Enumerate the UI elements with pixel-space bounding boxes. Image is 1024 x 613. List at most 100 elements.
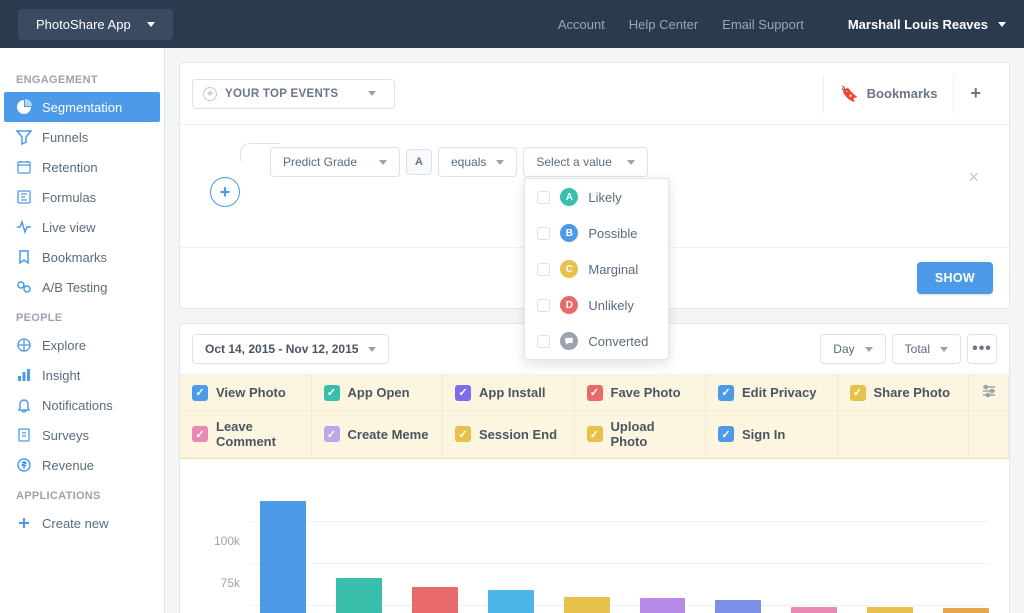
grade-badge — [560, 332, 578, 350]
value-option-label: Converted — [588, 334, 648, 349]
sidebar-item-live-view[interactable]: Live view — [0, 212, 164, 242]
series-toggle-checkbox — [455, 426, 471, 442]
bar-upload-photo[interactable] — [943, 608, 989, 613]
top-events-label: YOUR TOP EVENTS — [225, 88, 338, 100]
legend-label: Share Photo — [874, 385, 951, 400]
legend-item-create-meme[interactable]: Create Meme — [312, 411, 444, 457]
chevron-down-icon — [865, 347, 873, 352]
value-option-converted[interactable]: Converted — [525, 323, 668, 359]
series-toggle-checkbox — [324, 385, 340, 401]
granularity-label: Day — [833, 342, 854, 356]
value-option-unlikely[interactable]: DUnlikely — [525, 287, 668, 323]
sidebar-item-label: Create new — [42, 516, 108, 531]
star-icon: ★ — [203, 87, 217, 101]
sidebar-item-a-b-testing[interactable]: A/B Testing — [0, 272, 164, 302]
sidebar-item-formulas[interactable]: Formulas — [0, 182, 164, 212]
bell-icon — [16, 397, 32, 413]
more-options-button[interactable]: ••• — [967, 334, 997, 364]
app-selector[interactable]: PhotoShare App — [18, 9, 173, 40]
value-option-possible[interactable]: BPossible — [525, 215, 668, 251]
grade-badge: D — [560, 296, 578, 314]
legend-label: Sign In — [742, 427, 785, 442]
sidebar-item-label: Bookmarks — [42, 250, 107, 265]
series-toggle-checkbox — [850, 385, 866, 401]
filter-operator-selector[interactable]: equals — [438, 147, 517, 177]
sidebar-item-insight[interactable]: Insight — [0, 360, 164, 390]
sidebar-item-bookmarks[interactable]: Bookmarks — [0, 242, 164, 272]
legend-item-app-install[interactable]: App Install — [443, 375, 575, 410]
dollar-icon — [16, 457, 32, 473]
legend-item-view-photo[interactable]: View Photo — [180, 375, 312, 410]
sidebar-item-segmentation[interactable]: Segmentation — [4, 92, 160, 122]
help-link[interactable]: Help Center — [629, 17, 698, 32]
series-toggle-checkbox — [718, 426, 734, 442]
legend-item-upload-photo[interactable]: Upload Photo — [575, 411, 707, 457]
bar-session-end[interactable] — [867, 607, 913, 613]
sidebar-item-revenue[interactable]: Revenue — [0, 450, 164, 480]
user-menu[interactable]: Marshall Louis Reaves — [848, 17, 1006, 32]
legend-cell-empty — [838, 411, 970, 457]
show-button[interactable]: SHOW — [917, 262, 993, 294]
bar-share-photo[interactable] — [640, 598, 686, 613]
bar-edit-privacy[interactable] — [564, 597, 610, 613]
legend-label: Fave Photo — [611, 385, 681, 400]
insight-icon — [16, 367, 32, 383]
sidebar-section-header: APPLICATIONS — [0, 480, 164, 508]
email-link[interactable]: Email Support — [722, 17, 804, 32]
value-option-marginal[interactable]: CMarginal — [525, 251, 668, 287]
grade-badge: A — [560, 188, 578, 206]
filter-property-selector[interactable]: Predict Grade — [270, 147, 400, 177]
type-badge[interactable]: A — [406, 149, 432, 175]
legend-item-session-end[interactable]: Session End — [443, 411, 575, 457]
value-option-likely[interactable]: ALikely — [525, 179, 668, 215]
legend-item-share-photo[interactable]: Share Photo — [838, 375, 970, 410]
sidebar-item-funnels[interactable]: Funnels — [0, 122, 164, 152]
bookmarks-button[interactable]: 🔖 Bookmarks — [823, 75, 954, 113]
chevron-down-icon — [998, 22, 1006, 27]
sidebar-item-label: A/B Testing — [42, 280, 108, 295]
bar-fave-photo[interactable] — [488, 590, 534, 613]
sidebar-item-label: Surveys — [42, 428, 89, 443]
bar-leave-comment[interactable] — [715, 600, 761, 613]
legend-row: View PhotoApp OpenApp Install Fave Photo E… — [180, 375, 1009, 411]
filter-value-selector[interactable]: Select a value ALikelyBPossibleCMarginal… — [523, 147, 648, 177]
sidebar-item-create-new[interactable]: Create new — [0, 508, 164, 538]
bar-app-install[interactable] — [412, 587, 458, 613]
sidebar-item-label: Retention — [42, 160, 98, 175]
legend-item-leave-comment[interactable]: Leave Comment — [180, 411, 312, 457]
aggregation-selector[interactable]: Total — [892, 334, 961, 364]
sidebar-item-label: Formulas — [42, 190, 96, 205]
account-link[interactable]: Account — [558, 17, 605, 32]
bar-app-open[interactable] — [336, 578, 382, 613]
sidebar-item-surveys[interactable]: Surveys — [0, 420, 164, 450]
bar-view-photo[interactable] — [260, 501, 306, 613]
sidebar-item-notifications[interactable]: Notifications — [0, 390, 164, 420]
sidebar-item-retention[interactable]: Retention — [0, 152, 164, 182]
filter-property-label: Predict Grade — [283, 155, 357, 169]
sidebar-item-explore[interactable]: Explore — [0, 330, 164, 360]
legend-item-edit-privacy[interactable]: Edit Privacy — [706, 375, 838, 410]
sidebar-item-label: Segmentation — [42, 100, 122, 115]
date-range-selector[interactable]: Oct 14, 2015 - Nov 12, 2015 — [192, 334, 389, 364]
chevron-down-icon — [368, 347, 376, 352]
aggregation-label: Total — [905, 342, 930, 356]
checkbox — [537, 263, 550, 276]
add-bookmark-button[interactable]: + — [953, 73, 997, 114]
legend-item-app-open[interactable]: App Open — [312, 375, 444, 410]
series-toggle-checkbox — [718, 385, 734, 401]
survey-icon — [16, 427, 32, 443]
granularity-selector[interactable]: Day — [820, 334, 885, 364]
top-events-selector[interactable]: ★ YOUR TOP EVENTS — [192, 79, 395, 109]
legend-item-sign-in[interactable]: Sign In — [706, 411, 838, 457]
legend-settings-button[interactable] — [969, 375, 1009, 410]
bar-create-meme[interactable] — [791, 607, 837, 613]
bookmark-icon: 🔖 — [840, 85, 859, 103]
remove-filter-button[interactable]: × — [968, 167, 979, 188]
add-filter-button[interactable]: + — [210, 177, 240, 207]
legend-item-fave-photo[interactable]: Fave Photo — [575, 375, 707, 410]
value-dropdown-menu: ALikelyBPossibleCMarginalDUnlikely Conver… — [524, 178, 669, 360]
chevron-down-icon — [627, 160, 635, 165]
legend-label: Upload Photo — [611, 419, 694, 449]
filter-operator-label: equals — [451, 155, 486, 169]
bookmark-icon — [16, 249, 32, 265]
